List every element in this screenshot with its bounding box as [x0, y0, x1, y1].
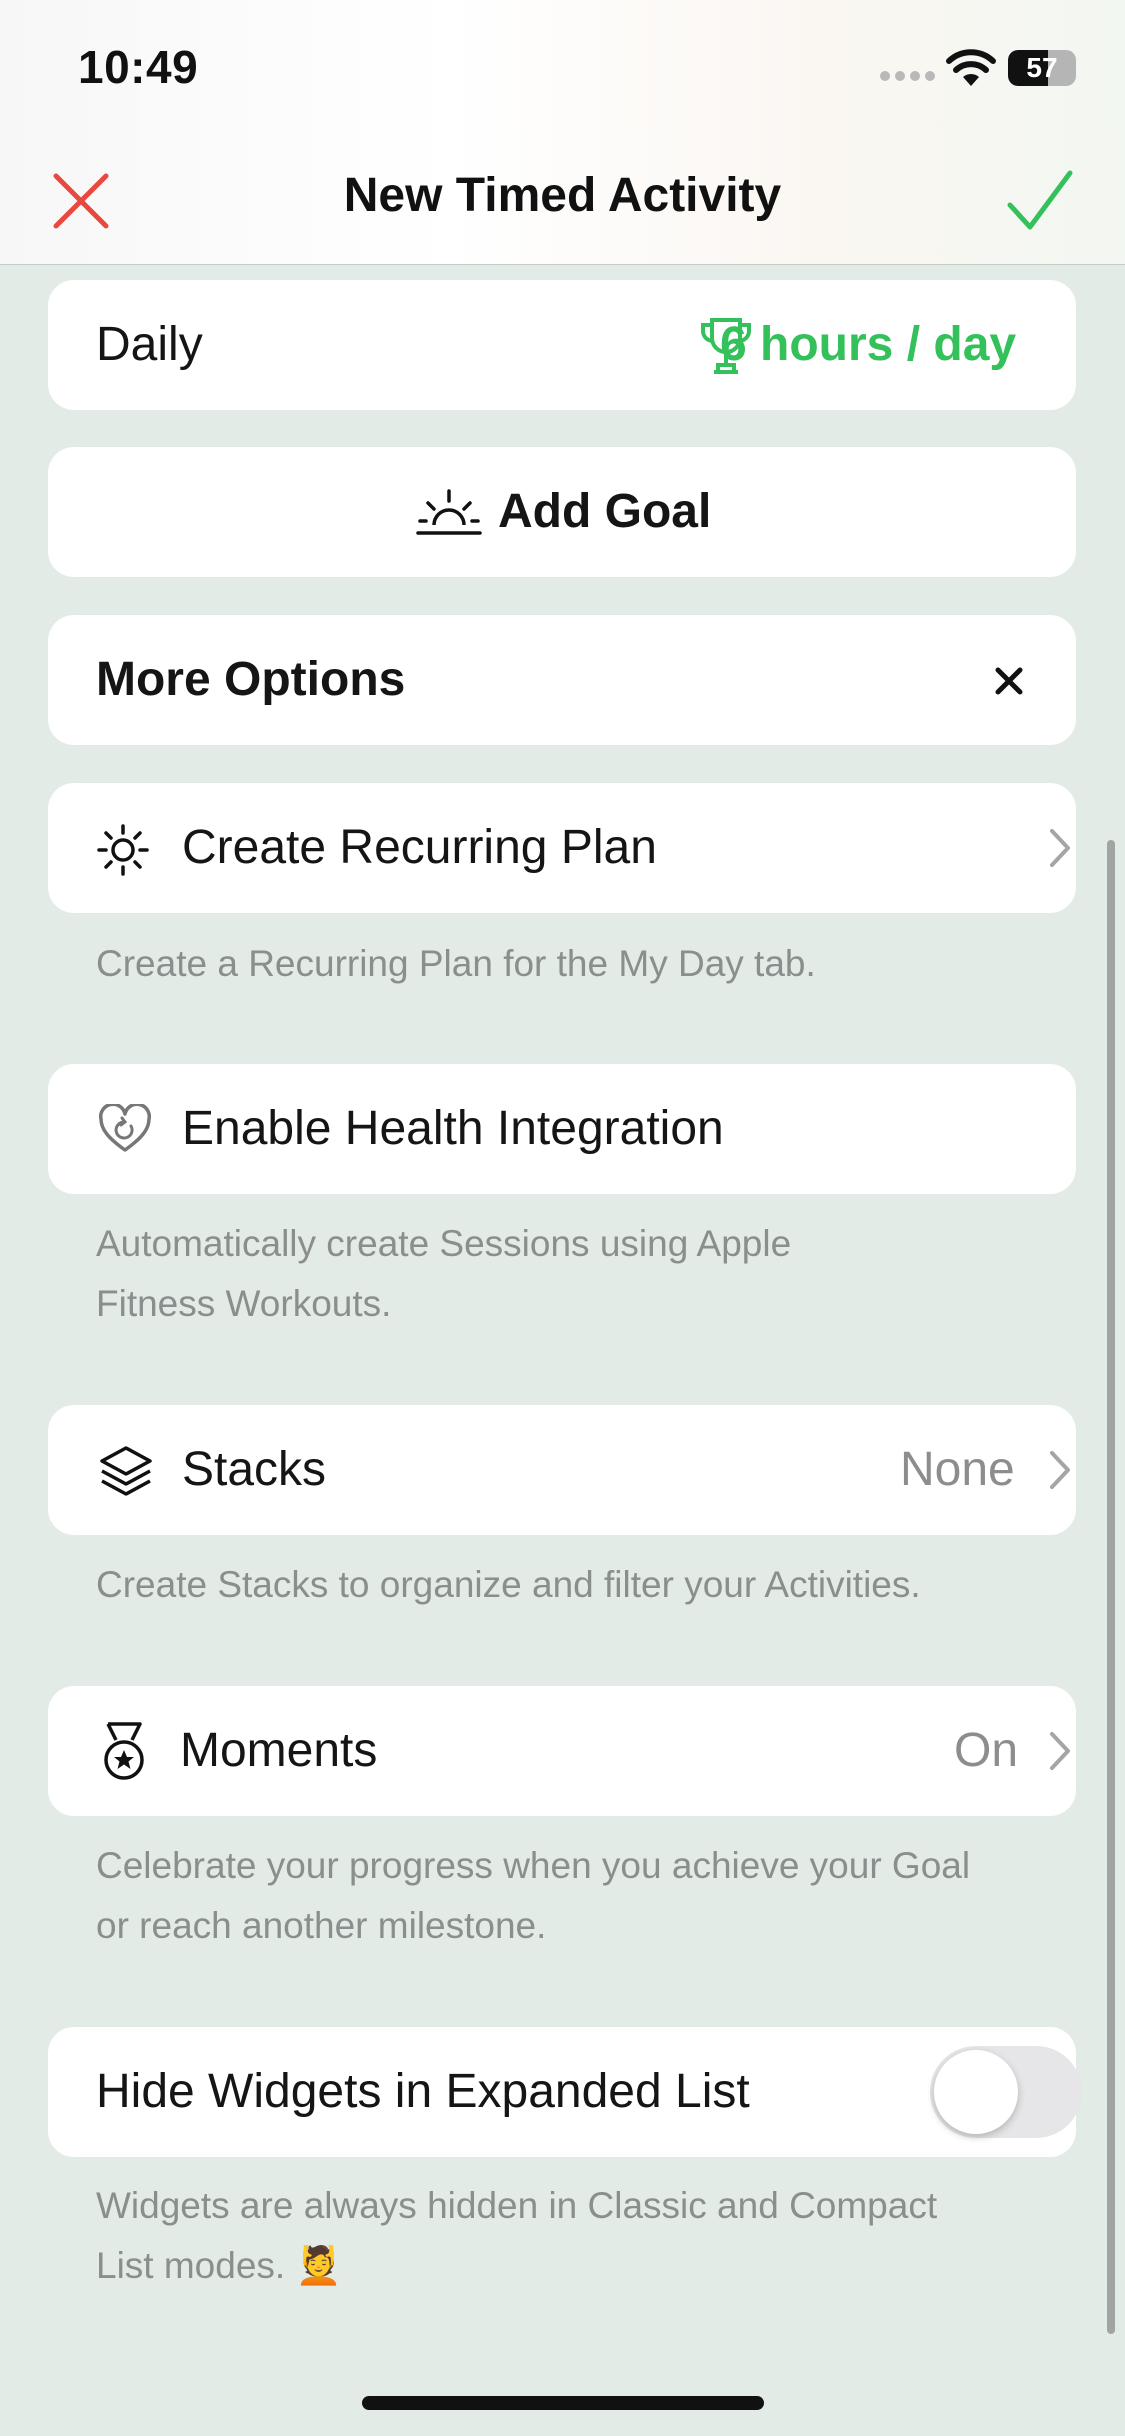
stacks-footer: Create Stacks to organize and filter you… — [96, 1564, 921, 1605]
battery-icon: 57 — [1008, 50, 1076, 86]
chevron-right-icon — [1050, 1732, 1070, 1770]
status-time: 10:49 — [78, 41, 199, 93]
goal-card[interactable]: Daily 6 hours / day — [48, 280, 1076, 410]
scrollbar[interactable] — [1107, 840, 1115, 2334]
more-options-header: More Options — [48, 615, 1076, 745]
hide-widgets-label: Hide Widgets in Expanded List — [96, 2065, 750, 2118]
hide-widgets-row: Hide Widgets in Expanded List — [48, 2027, 1082, 2157]
hide-widgets-toggle[interactable] — [930, 2046, 1082, 2138]
recurring-plan-footer: Create a Recurring Plan for the My Day t… — [96, 943, 816, 984]
health-integration-label: Enable Health Integration — [182, 1102, 724, 1155]
more-options-label: More Options — [96, 653, 406, 706]
toggle-knob — [934, 2050, 1018, 2134]
wifi-icon — [946, 49, 996, 86]
stacks-icon — [100, 1446, 152, 1496]
health-footer-line-2: Fitness Workouts. — [96, 1283, 392, 1324]
chevron-right-icon — [1050, 829, 1070, 867]
moments-footer-line-2: or reach another milestone. — [96, 1905, 547, 1946]
create-recurring-plan-row[interactable]: Create Recurring Plan — [48, 783, 1076, 913]
sun-icon — [97, 824, 149, 876]
add-goal-label: Add Goal — [498, 485, 712, 538]
create-recurring-plan-label: Create Recurring Plan — [182, 821, 657, 874]
home-indicator[interactable] — [362, 2396, 764, 2410]
page-title: New Timed Activity — [343, 169, 782, 222]
chevron-right-icon — [1050, 1451, 1070, 1489]
stacks-row[interactable]: Stacks None — [48, 1405, 1076, 1535]
sunrise-icon — [416, 489, 482, 535]
goal-period-label: Daily — [96, 318, 203, 371]
close-icon[interactable] — [994, 666, 1024, 696]
medal-icon — [104, 1722, 144, 1780]
status-bar: 10:49 57 — [0, 0, 1125, 140]
moments-row[interactable]: Moments On — [48, 1686, 1076, 1816]
moments-footer-line-1: Celebrate your progress when you achieve… — [96, 1845, 971, 1886]
checkmark-icon[interactable] — [1004, 165, 1076, 237]
cellular-signal-icon — [880, 68, 940, 86]
moments-value: On — [954, 1724, 1019, 1777]
moments-label: Moments — [180, 1724, 378, 1777]
stacks-value: None — [900, 1443, 1015, 1496]
navigation-header: 10:49 57 New Timed Activity — [0, 0, 1125, 265]
widgets-footer-line-1: Widgets are always hidden in Classic and… — [96, 2185, 938, 2226]
widgets-footer-line-2: List modes. 💆 — [96, 2245, 342, 2286]
add-goal-button[interactable]: Add Goal — [48, 447, 1076, 577]
goal-value: 6 hours / day — [720, 318, 1017, 371]
health-integration-row[interactable]: Enable Health Integration — [48, 1064, 1076, 1194]
health-footer-line-1: Automatically create Sessions using Appl… — [96, 1223, 792, 1264]
battery-level: 57 — [1026, 52, 1058, 83]
health-heart-icon — [99, 1104, 151, 1152]
stacks-label: Stacks — [182, 1443, 327, 1496]
